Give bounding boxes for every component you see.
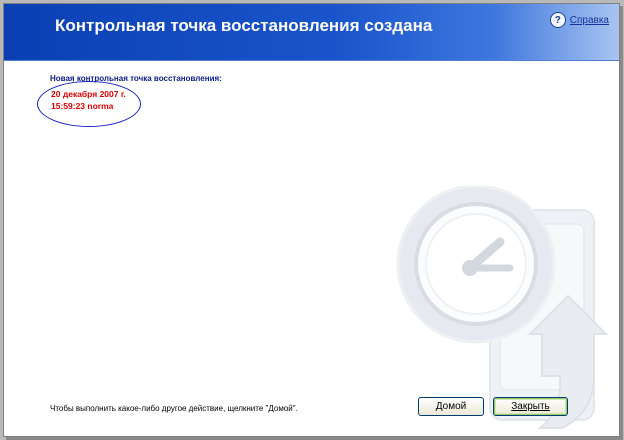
close-button-label: Закрыть [511, 401, 550, 412]
help-link-group[interactable]: ? Справка [549, 12, 609, 28]
header-banner: Контрольная точка восстановления создана… [4, 4, 619, 61]
footer-instruction: Чтобы выполнить какое-либо другое действ… [50, 404, 298, 413]
close-button[interactable]: Закрыть [493, 397, 568, 416]
page-title: Контрольная точка восстановления создана [55, 16, 433, 35]
highlight-oval [37, 81, 141, 127]
help-link[interactable]: Справка [570, 15, 609, 26]
restore-point-created-window: Контрольная точка восстановления создана… [3, 3, 620, 437]
home-button[interactable]: Домой [418, 397, 484, 416]
question-icon[interactable]: ? [549, 12, 566, 28]
